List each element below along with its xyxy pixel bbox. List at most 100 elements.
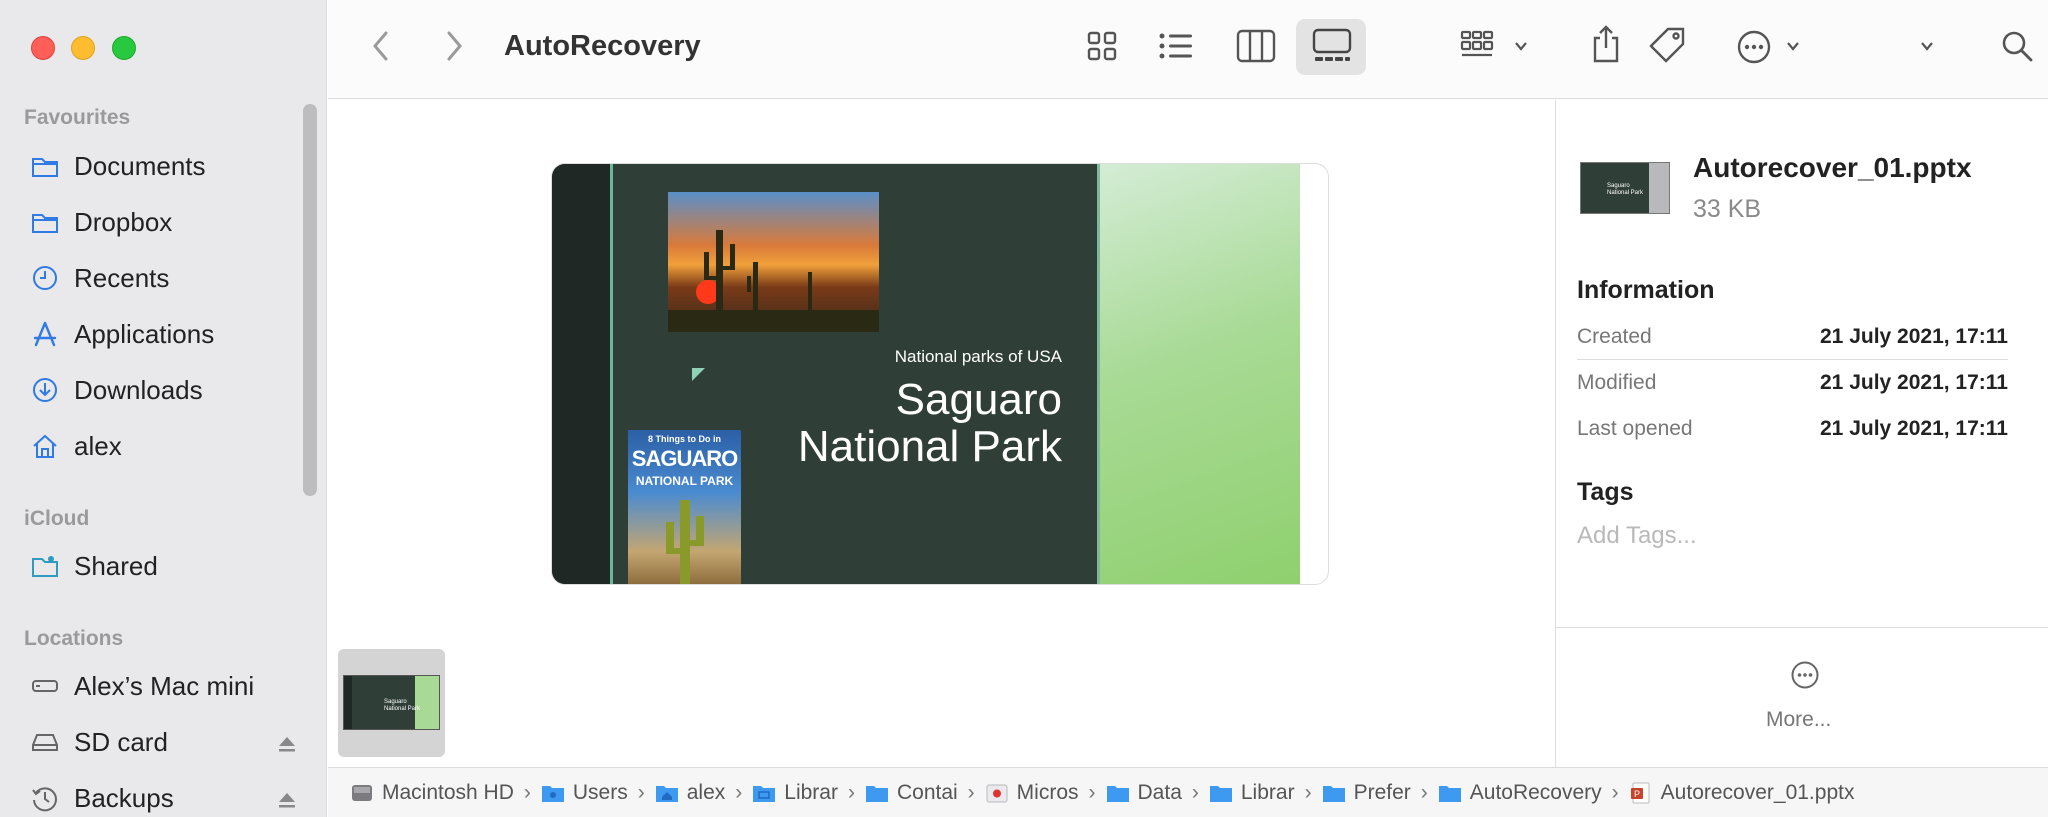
sidebar-item-label: Downloads xyxy=(74,374,203,405)
path-crumb-autorecovery[interactable]: AutoRecovery › xyxy=(1438,781,1619,805)
sidebar-section-favourites: Favourites xyxy=(24,106,131,129)
info-row-created: Created 21 July 2021, 17:11 xyxy=(1577,325,2008,348)
sidebar-item-label: Alex’s Mac mini xyxy=(74,670,255,701)
sidebar-item-recents[interactable]: Recents xyxy=(28,258,298,298)
tag-icon xyxy=(1649,27,1685,63)
more-button[interactable] xyxy=(1790,660,1820,690)
sidebar-item-downloads[interactable]: Downloads xyxy=(28,370,298,410)
chevron-down-icon[interactable] xyxy=(1786,40,1800,52)
sidebar-item-applications[interactable]: Applications xyxy=(28,314,298,354)
gallery-area: 8 Things to Do in SAGUARO NATIONAL PARK … xyxy=(328,100,1555,767)
grid-icon xyxy=(1087,31,1117,61)
share-button[interactable] xyxy=(1590,24,1622,64)
folder-icon xyxy=(1209,785,1232,802)
download-icon xyxy=(28,373,62,407)
more-label[interactable]: More... xyxy=(1766,708,1831,732)
powerpoint-file-icon: P xyxy=(1630,782,1650,803)
gallery-thumbnail[interactable]: Saguaro National Park xyxy=(343,675,440,730)
svg-text:P: P xyxy=(1634,789,1640,799)
columns-icon xyxy=(1236,29,1276,63)
computer-icon xyxy=(28,669,62,703)
search-button[interactable] xyxy=(2000,29,2034,63)
info-row-last-opened: Last opened 21 July 2021, 17:11 xyxy=(1577,417,2008,440)
path-crumb-containers[interactable]: Contai › xyxy=(865,781,975,805)
zoom-window-button[interactable] xyxy=(112,36,136,60)
path-crumb-users[interactable]: Users › xyxy=(541,781,645,805)
folder-icon xyxy=(1106,785,1129,802)
add-tags-field[interactable]: Add Tags... xyxy=(1577,522,1697,550)
sidebar: Favourites Documents Dropbox Recents App… xyxy=(0,0,327,817)
path-crumb-library[interactable]: Librar › xyxy=(752,781,855,805)
tags-button[interactable] xyxy=(1648,26,1686,64)
group-icon xyxy=(1460,30,1494,57)
slide-green-panel xyxy=(1100,164,1300,584)
sidebar-item-label: SD card xyxy=(74,726,168,757)
file-preview[interactable]: 8 Things to Do in SAGUARO NATIONAL PARK … xyxy=(551,163,1329,585)
eject-icon[interactable] xyxy=(276,731,298,753)
sidebar-item-dropbox[interactable]: Dropbox xyxy=(28,202,298,242)
folder-icon xyxy=(28,205,62,239)
share-icon xyxy=(1593,25,1619,63)
sidebar-item-label: Dropbox xyxy=(74,206,173,237)
window-title: AutoRecovery xyxy=(504,30,701,62)
sidebar-item-alex[interactable]: alex xyxy=(28,426,298,466)
sidebar-section-locations: Locations xyxy=(24,627,124,650)
path-crumb-preferences[interactable]: Prefer › xyxy=(1322,781,1428,805)
ellipsis-circle-icon xyxy=(1791,661,1819,689)
path-crumb-data[interactable]: Data › xyxy=(1106,781,1199,805)
folder-icon xyxy=(28,149,62,183)
sidebar-item-label: alex xyxy=(74,430,122,461)
sidebar-item-label: Applications xyxy=(74,318,215,349)
chevron-down-icon[interactable] xyxy=(1514,40,1528,52)
information-heading: Information xyxy=(1577,276,1715,304)
drive-icon xyxy=(28,725,62,759)
icon-view-button[interactable] xyxy=(1086,30,1118,62)
folder-icon xyxy=(1322,785,1345,802)
sidebar-item-mac-mini[interactable]: Alex’s Mac mini xyxy=(28,666,298,706)
sidebar-item-sd-card[interactable]: SD card xyxy=(28,722,298,762)
saguaro-book-cover: 8 Things to Do in SAGUARO NATIONAL PARK xyxy=(628,430,741,584)
list-icon xyxy=(1159,33,1192,59)
chevron-right-icon xyxy=(447,31,462,61)
more-actions-button[interactable] xyxy=(1736,29,1772,65)
applications-icon xyxy=(28,317,62,351)
column-view-button[interactable] xyxy=(1236,28,1276,64)
saguaro-sunset-photo xyxy=(668,192,879,332)
sidebar-item-backups[interactable]: Backups xyxy=(28,778,298,817)
list-view-button[interactable] xyxy=(1158,30,1194,62)
chevron-left-icon xyxy=(373,31,388,61)
toolbar: AutoRecovery xyxy=(328,0,2048,99)
info-row-modified: Modified 21 July 2021, 17:11 xyxy=(1577,371,2008,394)
path-bar: Macintosh HD › Users › alex › Librar › Conta… xyxy=(328,767,2048,817)
sidebar-item-label: Recents xyxy=(74,262,170,293)
path-crumb-file[interactable]: P Autorecover_01.pptx xyxy=(1629,781,1854,805)
sidebar-item-shared[interactable]: Shared xyxy=(28,546,298,586)
close-window-button[interactable] xyxy=(31,36,55,60)
toolbar-overflow-chevron-icon[interactable] xyxy=(1920,40,1934,52)
forward-button[interactable] xyxy=(443,30,465,62)
sidebar-item-label: Backups xyxy=(74,782,174,813)
sidebar-scrollbar[interactable] xyxy=(303,104,317,496)
path-crumb-alex[interactable]: alex › xyxy=(655,781,742,805)
shared-folder-icon xyxy=(28,549,62,583)
path-crumb-library-2[interactable]: Librar › xyxy=(1209,781,1312,805)
eject-icon[interactable] xyxy=(276,787,298,809)
sidebar-item-documents[interactable]: Documents xyxy=(28,146,298,186)
file-name: Autorecover_01.pptx xyxy=(1693,152,1972,183)
minimize-window-button[interactable] xyxy=(71,36,95,60)
home-folder-icon xyxy=(655,785,678,802)
app-folder-icon xyxy=(986,784,1008,802)
tags-heading: Tags xyxy=(1577,478,1634,506)
preview-pane: Saguaro National Park Autorecover_01.pptx… xyxy=(1555,100,2048,767)
path-crumb-macintosh-hd[interactable]: Macintosh HD › xyxy=(350,781,531,805)
sidebar-item-label: Documents xyxy=(74,150,206,181)
back-button[interactable] xyxy=(370,30,392,62)
slide-subtitle: National parks of USA xyxy=(894,347,1062,366)
path-crumb-microsoft[interactable]: Micros › xyxy=(985,781,1096,805)
clock-icon xyxy=(28,261,62,295)
home-icon xyxy=(28,429,62,463)
file-size: 33 KB xyxy=(1693,195,1762,223)
sidebar-item-label: Shared xyxy=(74,550,158,581)
group-by-button[interactable] xyxy=(1460,30,1500,62)
ellipsis-circle-icon xyxy=(1737,30,1771,64)
